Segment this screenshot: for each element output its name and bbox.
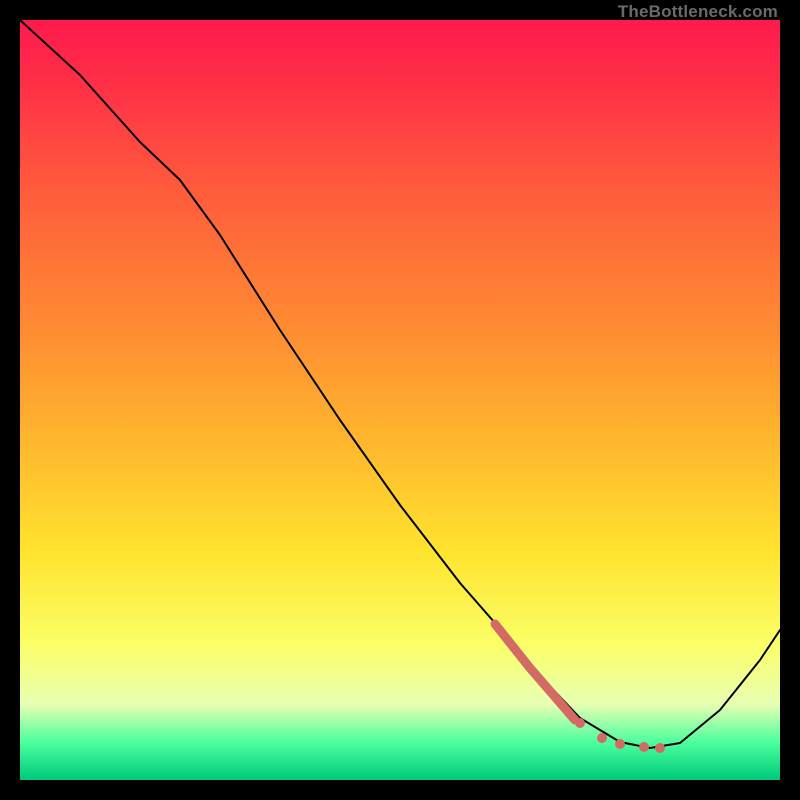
highlight-dot xyxy=(639,742,649,752)
primary-curve xyxy=(20,20,780,748)
chart-container: TheBottleneck.com xyxy=(0,0,800,800)
highlight-segment xyxy=(495,624,575,720)
highlight-dot xyxy=(655,743,665,753)
watermark-label: TheBottleneck.com xyxy=(618,2,778,22)
highlight-dot xyxy=(597,733,607,743)
chart-svg xyxy=(20,20,780,780)
plot-frame xyxy=(20,20,780,780)
highlight-dot xyxy=(575,718,585,728)
highlight-dot xyxy=(615,739,625,749)
